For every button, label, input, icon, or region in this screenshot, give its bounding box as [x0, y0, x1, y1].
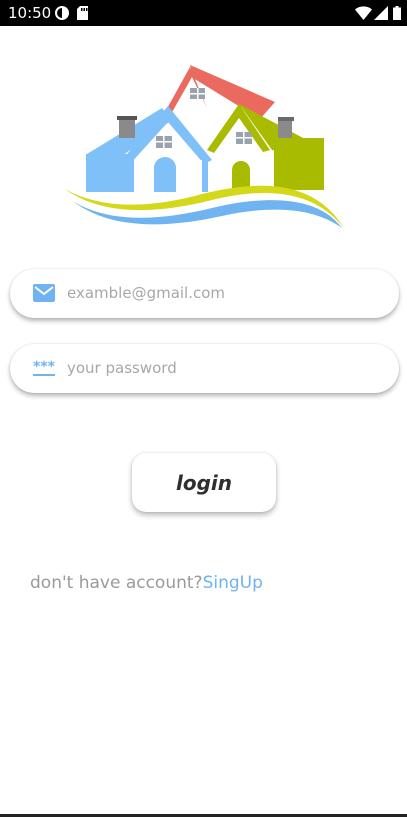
- wifi-icon: [355, 6, 372, 20]
- mail-icon: [33, 284, 55, 302]
- login-button-label: login: [175, 470, 232, 495]
- houses-logo-icon: [65, 65, 344, 228]
- houses-logo: [62, 60, 347, 234]
- signup-prompt: don't have account?: [30, 573, 203, 593]
- signup-row: don't have account?SingUp: [30, 573, 263, 593]
- password-input[interactable]: [67, 352, 367, 384]
- status-time: 10:50: [8, 4, 52, 22]
- password-dots-icon: ***: [33, 359, 55, 376]
- svg-text:***: ***: [33, 359, 55, 375]
- signup-link[interactable]: SingUp: [203, 573, 263, 593]
- data-saver-icon: [55, 6, 69, 20]
- password-field[interactable]: ***: [10, 344, 399, 393]
- battery-icon: [393, 6, 401, 20]
- sd-card-icon: [77, 6, 88, 20]
- email-field[interactable]: [10, 269, 399, 318]
- login-button[interactable]: login: [132, 453, 276, 512]
- status-bar: 10:50: [0, 0, 407, 26]
- cellular-signal-icon: [374, 6, 388, 20]
- email-input[interactable]: [67, 277, 367, 309]
